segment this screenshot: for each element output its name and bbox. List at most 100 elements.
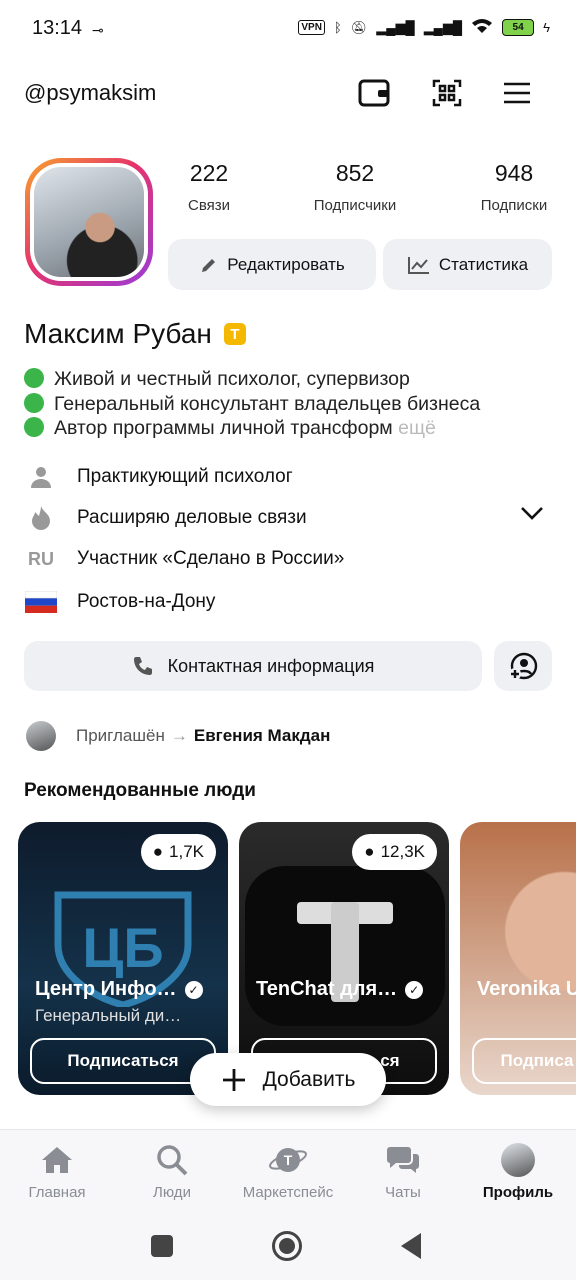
tenchat-badge-icon[interactable]: T — [223, 323, 246, 345]
nav-profile[interactable]: Профиль — [468, 1142, 568, 1201]
stat-label: Связи — [187, 197, 230, 214]
bio-line: Генеральный консультант владельцев бизне… — [24, 392, 480, 417]
status-icons: VPN ᛒ 🔕︎ ▂▄▆█ ▂▄▆█ 54 ϟ — [298, 18, 550, 37]
green-circle-icon — [24, 392, 44, 413]
card-title: TenChat для… ✓ — [256, 978, 424, 1001]
stat-following[interactable]: 948 Подписки — [470, 160, 558, 214]
status-bar: 13:14 ⊸ VPN ᛒ 🔕︎ ▂▄▆█ ▂▄▆█ 54 ϟ — [0, 0, 576, 58]
top-bar: @psymaksim — [0, 70, 576, 116]
card-title: Центр Инфо… ✓ — [35, 978, 203, 1001]
back-icon[interactable] — [401, 1233, 421, 1259]
signal-icon: ▂▄▆█ — [376, 19, 415, 35]
stat-value: 222 — [189, 160, 229, 186]
info-profession: Практикующий психолог — [24, 462, 293, 492]
subscribe-button[interactable]: Подписаться — [30, 1038, 216, 1084]
pencil-icon — [202, 258, 216, 272]
status-time: 13:14 — [32, 17, 83, 39]
followers-count-badge: ● 12,3K — [352, 834, 437, 870]
info-made-in-russia: RU Участник «Сделано в России» — [24, 544, 344, 574]
profile-bio[interactable]: Живой и честный психолог, супервизор Ген… — [24, 367, 480, 441]
invited-by-row[interactable]: Приглашён → Евгения Макдан — [26, 721, 330, 751]
search-icon — [122, 1142, 222, 1178]
nav-marketspace[interactable]: T Маркетспейс — [238, 1142, 338, 1201]
profile-handle: @psymaksim — [24, 80, 157, 105]
add-label: Добавить — [262, 1067, 356, 1091]
stat-connections[interactable]: 222 Связи — [178, 160, 240, 214]
profile-name: Максим Рубан — [24, 318, 212, 349]
svg-text:T: T — [284, 1152, 293, 1168]
stat-label: Подписчики — [313, 197, 397, 214]
subscribe-button[interactable]: Подписа — [472, 1038, 576, 1084]
wifi-icon — [471, 18, 493, 37]
info-goal[interactable]: Расширяю деловые связи — [24, 503, 544, 533]
chevron-down-icon[interactable] — [520, 505, 544, 527]
stat-label: Подписки — [480, 197, 548, 214]
mute-icon: 🔕︎ — [350, 19, 368, 35]
ru-icon: RU — [28, 548, 54, 569]
bio-line: Живой и честный психолог, супервизор — [24, 367, 480, 392]
verified-icon: ✓ — [184, 980, 203, 999]
stat-value: 948 — [494, 160, 534, 186]
person-icon: ● — [152, 842, 164, 861]
vpn-icon: VPN — [298, 20, 325, 35]
edit-profile-button[interactable]: Редактировать — [168, 239, 376, 290]
plus-icon — [222, 1068, 245, 1091]
bluetooth-icon: ᛒ — [333, 20, 342, 35]
chat-icon — [353, 1142, 453, 1178]
bio-more-link[interactable]: ещё — [393, 417, 436, 439]
contact-info-label: Контактная информация — [167, 655, 375, 676]
recommended-card[interactable]: Veronika U Подписа — [460, 822, 576, 1095]
profile-avatar[interactable] — [25, 158, 153, 286]
profile-avatar-icon — [468, 1142, 568, 1178]
recommended-title: Рекомендованные люди — [24, 780, 256, 801]
nav-home[interactable]: Главная — [7, 1142, 107, 1201]
card-title: Veronika U — [477, 978, 576, 1000]
recents-icon[interactable] — [151, 1235, 173, 1257]
tenchat-logo-icon — [245, 866, 445, 1026]
battery-icon: 54 — [502, 19, 535, 36]
verified-icon: ✓ — [405, 980, 424, 999]
charging-icon: ϟ — [543, 20, 550, 35]
nav-people[interactable]: Люди — [122, 1142, 222, 1201]
followers-count-badge: ● 1,7K — [140, 834, 216, 870]
phone-icon — [133, 657, 152, 675]
profile-name-row: Максим Рубан T — [24, 318, 246, 350]
stat-value: 852 — [335, 160, 375, 186]
info-city: Ростов-на-Дону — [24, 587, 215, 617]
svg-text:ЦБ: ЦБ — [82, 916, 163, 979]
signal-icon-2: ▂▄▆█ — [423, 19, 463, 35]
avatar-photo — [34, 167, 144, 277]
stat-followers[interactable]: 852 Подписчики — [300, 160, 410, 214]
invited-label: Приглашён — [76, 726, 165, 745]
statistics-label: Статистика — [438, 254, 529, 274]
green-circle-icon — [24, 417, 44, 437]
chart-icon — [407, 256, 429, 274]
system-nav-bar — [0, 1215, 576, 1280]
person-icon: ● — [364, 842, 375, 861]
home-icon — [7, 1142, 107, 1178]
add-button[interactable]: Добавить — [190, 1053, 386, 1106]
key-icon: ⊸ — [92, 22, 104, 38]
green-circle-icon — [24, 368, 44, 388]
bottom-nav: Главная Люди T Маркетспейс Чаты Профиль — [0, 1129, 576, 1215]
nav-chats[interactable]: Чаты — [353, 1142, 453, 1201]
home-circle-icon[interactable] — [272, 1231, 302, 1261]
edit-label: Редактировать — [227, 254, 345, 274]
person-icon — [24, 465, 58, 489]
menu-icon[interactable] — [500, 76, 534, 110]
inviter-name[interactable]: Евгения Макдан — [194, 726, 331, 746]
qr-code-icon[interactable] — [430, 76, 464, 110]
card-subtitle: Генеральный ди… — [35, 1006, 182, 1025]
statistics-button[interactable]: Статистика — [383, 239, 552, 290]
add-person-icon — [509, 652, 538, 680]
wallet-icon[interactable] — [357, 76, 391, 110]
inviter-avatar — [26, 721, 56, 751]
russia-flag-icon — [24, 591, 58, 613]
bio-line: Автор программы личной трансформ ещё — [24, 416, 480, 441]
add-contact-button[interactable] — [494, 641, 552, 691]
recommended-card[interactable]: ЦБ ● 1,7K Центр Инфо… ✓ Генеральный ди… По… — [18, 822, 228, 1095]
planet-icon: T — [238, 1142, 338, 1178]
flame-icon — [24, 505, 58, 531]
contact-info-button[interactable]: Контактная информация — [24, 641, 482, 691]
arrow-right-icon: → — [170, 726, 188, 745]
